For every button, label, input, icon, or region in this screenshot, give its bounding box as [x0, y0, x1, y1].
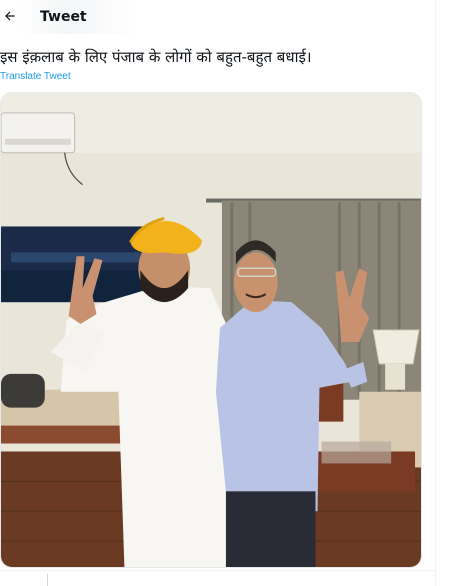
column-divider	[435, 0, 436, 586]
page-header: Tweet	[0, 0, 435, 36]
tweet-text: इस इंक़लाब के लिए पंजाब के लोगों को बहुत…	[0, 48, 312, 66]
tweet-page: Tweet इस इंक़लाब के लिए पंजाब के लोगों क…	[0, 0, 451, 586]
tweet-photo[interactable]	[0, 92, 422, 568]
bottom-divider	[47, 574, 48, 586]
translate-tweet-link[interactable]: Translate Tweet	[0, 71, 71, 82]
back-button[interactable]	[0, 6, 20, 28]
arrow-left-icon	[3, 8, 17, 27]
page-title: Tweet	[40, 9, 87, 25]
bottom-bar	[0, 570, 435, 586]
